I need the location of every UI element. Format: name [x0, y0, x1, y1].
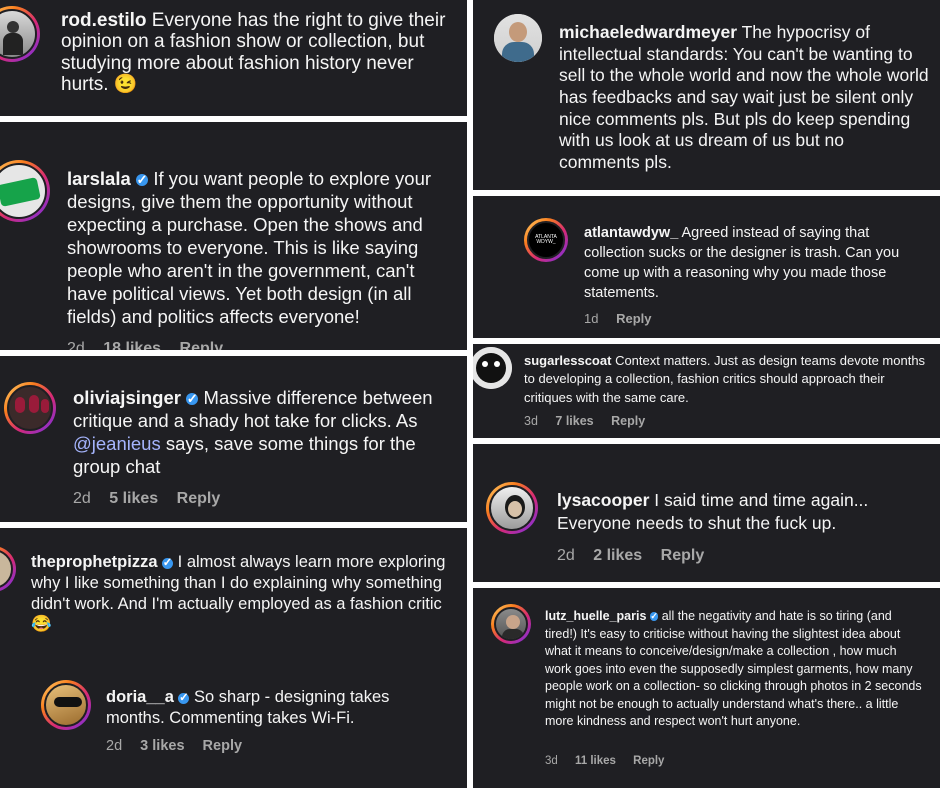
comment-text: theprophetpizza ✓ I almost always learn … — [31, 552, 461, 635]
username[interactable]: lysacooper — [557, 490, 649, 510]
comment-panel: ATLANTA WDYW_ atlantawdyw_ Agreed instea… — [473, 196, 940, 338]
comment-text: atlantawdyw_ Agreed instead of saying th… — [584, 224, 919, 303]
verified-badge-icon: ✓ — [135, 171, 149, 187]
comment-panel: rod.estilo Everyone has the right to giv… — [0, 0, 467, 116]
verified-badge-icon: ✓ — [178, 692, 190, 705]
likes-count[interactable]: 5 likes — [109, 490, 158, 507]
comment-time: 2d — [557, 547, 575, 564]
avatar[interactable]: ATLANTA WDYW_ — [524, 218, 568, 262]
comment-panel: lysacooper I said time and time again...… — [473, 444, 940, 582]
comment-panel: theprophetpizza ✓ I almost always learn … — [0, 528, 467, 652]
username[interactable]: sugarlesscoat — [524, 353, 611, 368]
comment-meta: 3d 7 likes Reply — [524, 414, 659, 428]
comment-panel: lutz_huelle_paris ✓ all the negativity a… — [473, 588, 940, 788]
comment-panel: oliviajsinger ✓ Massive difference betwe… — [0, 356, 467, 522]
reply-button[interactable]: Reply — [177, 490, 221, 507]
likes-count[interactable]: 11 likes — [575, 755, 616, 767]
comment-text: larslala ✓ If you want people to explore… — [67, 168, 452, 329]
avatar[interactable] — [491, 604, 531, 644]
comment-body: The hypocrisy of intellectual standards:… — [559, 22, 929, 173]
likes-count[interactable]: 18 likes — [103, 340, 161, 350]
comment-text: lysacooper I said time and time again...… — [557, 489, 917, 535]
comment-time: 2d — [106, 738, 123, 754]
reply-button[interactable]: Reply — [633, 755, 664, 767]
comment-meta: 2d 3 likes Reply — [106, 738, 256, 754]
likes-count[interactable]: 2 likes — [593, 547, 642, 564]
avatar[interactable] — [0, 546, 16, 592]
avatar[interactable] — [0, 160, 50, 222]
comment-meta: 2d 18 likes Reply — [67, 340, 237, 350]
comment-time: 3d — [545, 755, 558, 767]
comment-body: If you want people to explore your desig… — [67, 168, 432, 327]
likes-count[interactable]: 7 likes — [555, 414, 593, 428]
reply-button[interactable]: Reply — [203, 738, 243, 754]
comment-panel: michaeledwardmeyer The hypocrisy of inte… — [473, 0, 940, 190]
comment-time: 3d — [524, 414, 538, 428]
verified-badge-icon: ✓ — [162, 557, 174, 570]
verified-badge-icon: ✓ — [186, 390, 199, 406]
comment-time: 2d — [67, 340, 85, 350]
username[interactable]: larslala — [67, 168, 131, 189]
reply-button[interactable]: Reply — [616, 311, 651, 326]
avatar-logo-text: ATLANTA WDYW_ — [535, 233, 557, 245]
comment-time: 1d — [584, 311, 599, 326]
verified-badge-icon: ✓ — [649, 611, 659, 622]
mention-link[interactable]: @jeanieus — [73, 433, 161, 454]
avatar[interactable] — [4, 382, 56, 434]
username[interactable]: atlantawdyw_ — [584, 225, 678, 241]
comment-text: michaeledwardmeyer The hypocrisy of inte… — [559, 22, 929, 174]
avatar[interactable] — [486, 482, 538, 534]
username[interactable]: doria__a — [106, 688, 174, 706]
username[interactable]: michaeledwardmeyer — [559, 22, 737, 42]
comment-text: oliviajsinger ✓ Massive difference betwe… — [73, 387, 443, 479]
avatar[interactable] — [494, 14, 542, 62]
comment-meta: 2d 2 likes Reply — [557, 547, 718, 565]
avatar[interactable] — [41, 680, 91, 730]
comment-panel: larslala ✓ If you want people to explore… — [0, 122, 467, 350]
reply-button[interactable]: Reply — [611, 414, 645, 428]
username[interactable]: rod.estilo — [61, 10, 147, 31]
reply-button[interactable]: Reply — [180, 340, 224, 350]
wink-emoji: 😉 — [113, 73, 138, 95]
comment-text: lutz_huelle_paris ✓ all the negativity a… — [545, 608, 923, 731]
comment-meta: 3d 11 likes Reply — [545, 755, 678, 767]
avatar[interactable] — [0, 6, 40, 62]
reply-button[interactable]: Reply — [661, 547, 705, 564]
username[interactable]: lutz_huelle_paris — [545, 609, 646, 623]
comment-text: doria__a ✓ So sharp - designing takes mo… — [106, 687, 436, 729]
comment-text: sugarlesscoat Context matters. Just as d… — [524, 352, 934, 407]
laughing-emoji: 😂 — [31, 615, 52, 634]
comment-body: all the negativity and hate is so tiring… — [545, 609, 922, 728]
username[interactable]: theprophetpizza — [31, 553, 158, 571]
avatar[interactable] — [473, 347, 512, 389]
comment-meta: 2d 5 likes Reply — [73, 490, 234, 508]
comment-time: 2d — [73, 490, 91, 507]
username[interactable]: oliviajsinger — [73, 387, 181, 408]
comment-panel: sugarlesscoat Context matters. Just as d… — [473, 344, 940, 438]
comment-meta: 1d Reply — [584, 311, 666, 326]
likes-count[interactable]: 3 likes — [140, 738, 184, 754]
comment-panel: doria__a ✓ So sharp - designing takes mo… — [0, 652, 467, 788]
comment-text: rod.estilo Everyone has the right to giv… — [61, 10, 456, 95]
